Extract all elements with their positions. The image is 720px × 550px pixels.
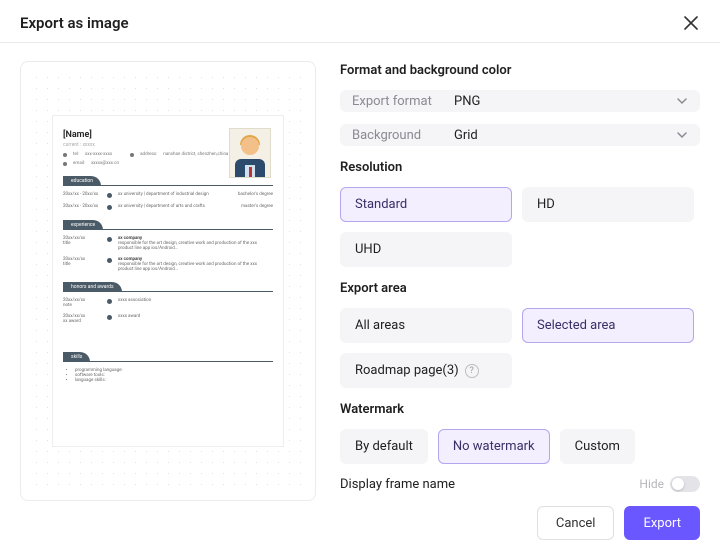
section-title-watermark: Watermark [340, 402, 700, 417]
section-title-resolution: Resolution [340, 160, 700, 175]
resolution-options: Standard HD UHD [340, 187, 700, 267]
display-frame-hide-label: Hide [639, 477, 664, 491]
watermark-custom[interactable]: Custom [560, 429, 635, 464]
export-button[interactable]: Export [624, 506, 700, 540]
preview-card: [Name] current : xxxxx tel: xxx-xxxx-xxx… [20, 61, 316, 501]
background-select[interactable]: Background Grid [340, 124, 700, 146]
phone-label: tel: [73, 152, 79, 157]
skill-item: language skills: [75, 378, 273, 383]
resolution-standard[interactable]: Standard [340, 187, 512, 222]
cancel-button[interactable]: Cancel [537, 506, 615, 540]
background-value: Grid [454, 128, 478, 143]
export-area-options: All areas Selected area Roadmap page(3) … [340, 308, 700, 388]
location-icon [130, 153, 134, 157]
options-column: Format and background color Export forma… [340, 61, 700, 546]
watermark-options: By default No watermark Custom [340, 429, 700, 464]
section-honors: honors and awards [63, 282, 122, 292]
export-format-select[interactable]: Export format PNG [340, 90, 700, 112]
watermark-none[interactable]: No watermark [438, 429, 550, 464]
section-experience: experience [63, 220, 103, 230]
email-value: xxxxx@xxx.cn [91, 161, 119, 166]
display-frame-label: Display frame name [340, 477, 455, 492]
area-selected[interactable]: Selected area [522, 308, 694, 343]
dialog-title: Export as image [20, 14, 129, 32]
mail-icon [63, 162, 67, 166]
dialog-header: Export as image [0, 0, 720, 42]
export-format-value: PNG [454, 94, 480, 109]
section-title-export-area: Export area [340, 281, 700, 296]
section-title-format: Format and background color [340, 63, 700, 78]
display-frame-row: Display frame name Hide [340, 476, 700, 492]
help-icon: ? [465, 364, 479, 378]
email-label: email: [73, 161, 85, 166]
resolution-hd[interactable]: HD [522, 187, 694, 222]
export-format-label: Export format [352, 94, 444, 109]
chevron-down-icon [676, 95, 688, 107]
address-value: nanshan district, shenzhen,china [163, 152, 228, 157]
display-frame-toggle[interactable] [670, 476, 700, 492]
close-button[interactable] [682, 14, 700, 32]
watermark-default[interactable]: By default [340, 429, 428, 464]
export-image-dialog: Export as image [Name] current : xxxxx [0, 0, 720, 550]
close-icon [684, 16, 698, 30]
resolution-uhd[interactable]: UHD [340, 232, 512, 267]
background-label: Background [352, 128, 444, 143]
phone-value: xxx-xxxx-xxxx [85, 152, 112, 157]
phone-icon [63, 153, 67, 157]
area-roadmap-label: Roadmap page(3) [355, 363, 459, 378]
section-education: education [63, 176, 101, 186]
section-skills: skills [63, 352, 90, 362]
address-label: address: [140, 152, 157, 157]
resume-preview: [Name] current : xxxxx tel: xxx-xxxx-xxx… [53, 116, 283, 446]
dialog-footer: Cancel Export [340, 504, 700, 546]
area-all[interactable]: All areas [340, 308, 512, 343]
avatar [229, 128, 271, 178]
area-roadmap[interactable]: Roadmap page(3) ? [340, 353, 512, 388]
chevron-down-icon [676, 129, 688, 141]
preview-column: [Name] current : xxxxx tel: xxx-xxxx-xxx… [20, 61, 316, 546]
